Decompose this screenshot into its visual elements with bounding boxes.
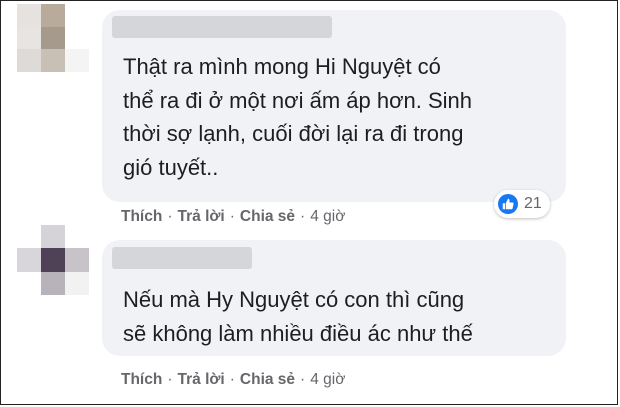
- separator-dot: ·: [167, 371, 173, 388]
- comment-bubble: Nếu mà Hy Nguyệt có con thì cũng sẽ khôn…: [102, 240, 566, 356]
- reaction-count-value: 21: [524, 195, 542, 212]
- comment-timestamp[interactable]: 4 giờ: [310, 208, 345, 226]
- reply-button[interactable]: Trả lời: [178, 208, 225, 226]
- avatar[interactable]: [17, 4, 89, 72]
- comment-text: Thật ra mình mong Hi Nguyệt có thể ra đi…: [123, 54, 473, 180]
- like-button[interactable]: Thích: [121, 208, 162, 226]
- separator-dot: ·: [229, 371, 235, 388]
- avatar[interactable]: [17, 225, 89, 295]
- like-button[interactable]: Thích: [121, 371, 162, 389]
- separator-dot: ·: [300, 208, 306, 225]
- commenter-name-blurred[interactable]: [112, 247, 252, 269]
- reply-button[interactable]: Trả lời: [178, 371, 225, 389]
- comment-actions: Thích · Trả lời · Chia sẻ · 4 giờ: [121, 208, 345, 226]
- share-button[interactable]: Chia sẻ: [240, 371, 295, 389]
- comment-actions: Thích · Trả lời · Chia sẻ · 4 giờ: [121, 371, 345, 389]
- comment-text: Nếu mà Hy Nguyệt có con thì cũng sẽ khôn…: [123, 287, 473, 346]
- share-button[interactable]: Chia sẻ: [240, 208, 295, 226]
- comment-bubble: Thật ra mình mong Hi Nguyệt có thể ra đi…: [102, 10, 566, 202]
- separator-dot: ·: [229, 208, 235, 225]
- separator-dot: ·: [167, 208, 173, 225]
- comment-timestamp[interactable]: 4 giờ: [310, 371, 345, 389]
- like-icon: [498, 194, 518, 214]
- separator-dot: ·: [300, 371, 306, 388]
- reaction-count[interactable]: 21: [494, 190, 550, 218]
- commenter-name-blurred[interactable]: [112, 16, 332, 38]
